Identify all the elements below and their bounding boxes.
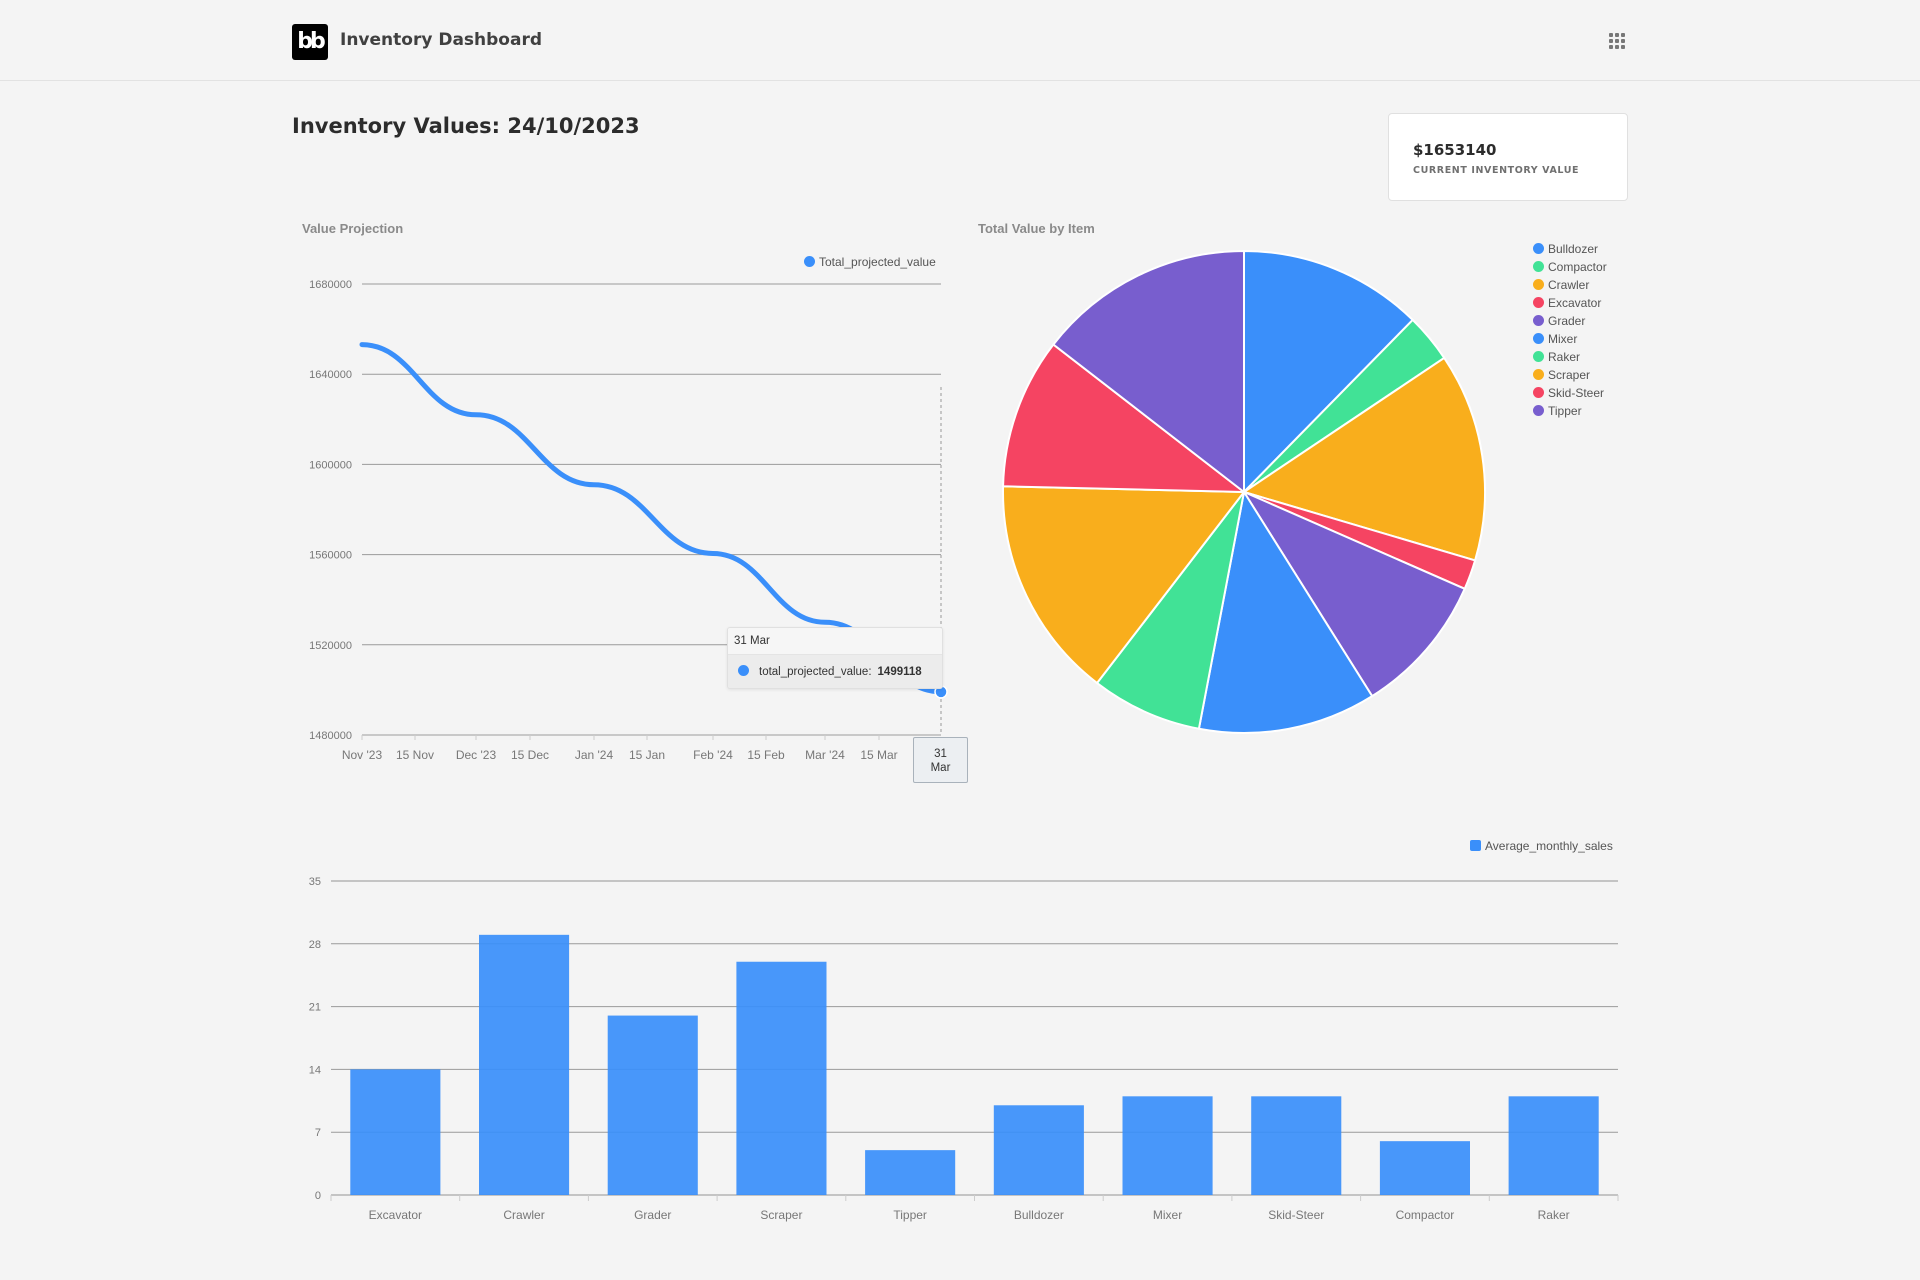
- pie-legend-item-excavator[interactable]: Excavator: [1533, 296, 1601, 310]
- x-tick-label: Skid-Steer: [1268, 1208, 1324, 1222]
- bar-tipper[interactable]: [865, 1150, 956, 1195]
- y-tick-label: 1520000: [309, 640, 352, 652]
- legend-dot-icon: [1533, 333, 1544, 344]
- pie-legend-label: Crawler: [1548, 278, 1590, 292]
- bar-crawler[interactable]: [479, 934, 570, 1195]
- y-tick-label: 21: [309, 1002, 321, 1014]
- pie-legend-label: Compactor: [1548, 260, 1607, 274]
- pie-legend-item-compactor[interactable]: Compactor: [1533, 260, 1607, 274]
- apps-grid-icon[interactable]: [1609, 33, 1625, 49]
- x-tick-label: Mar '24: [805, 748, 845, 762]
- y-tick-label: 0: [315, 1190, 321, 1202]
- line-tooltip: 31 Mar total_projected_value: 1499118: [727, 627, 943, 689]
- tooltip-title: 31 Mar: [728, 628, 942, 655]
- legend-dot-icon: [1533, 351, 1544, 362]
- x-tick-label: 15 Dec: [511, 748, 549, 762]
- x-tick-label: Jan '24: [575, 748, 614, 762]
- x-tick-label: Excavator: [369, 1208, 422, 1222]
- x-tick-label: Nov '23: [342, 748, 383, 762]
- y-tick-label: 14: [309, 1064, 321, 1076]
- line-chart-title: Value Projection: [302, 221, 404, 236]
- legend-dot-icon: [1533, 369, 1544, 380]
- tooltip-value: 1499118: [877, 666, 922, 678]
- y-tick-label: 1640000: [309, 369, 352, 381]
- pie-legend-item-bulldozer[interactable]: Bulldozer: [1533, 242, 1598, 256]
- y-tick-label: 1560000: [309, 550, 352, 562]
- legend-dot-icon: [1533, 315, 1544, 326]
- x-tick-label: Grader: [634, 1208, 671, 1222]
- x-tick-label: 15 Mar: [860, 748, 897, 762]
- pie-legend-item-raker[interactable]: Raker: [1533, 350, 1580, 364]
- pie-chart: [1002, 249, 1486, 734]
- y-tick-label: 1480000: [309, 730, 352, 742]
- x-tick-label: Scraper: [760, 1208, 802, 1222]
- pie-legend-label: Scraper: [1548, 368, 1591, 382]
- bar-legend-item[interactable]: Average_monthly_sales: [1470, 839, 1613, 853]
- pie-legend-item-tipper[interactable]: Tipper: [1533, 404, 1582, 418]
- legend-dot-icon: [1533, 387, 1544, 398]
- bar-mixer[interactable]: [1122, 1096, 1213, 1195]
- x-tick-label: Mixer: [1153, 1208, 1182, 1222]
- legend-square-icon: [1470, 840, 1481, 851]
- bar-scraper[interactable]: [736, 961, 827, 1195]
- legend-dot-icon: [1533, 279, 1544, 290]
- top-navigation-bar: bb Inventory Dashboard: [0, 0, 1920, 81]
- y-tick-label: 35: [309, 876, 321, 888]
- x-tick-label: Tipper: [893, 1208, 927, 1222]
- line-legend-item[interactable]: Total_projected_value: [804, 255, 936, 269]
- line-legend-label: Total_projected_value: [819, 255, 936, 269]
- x-tick-label: Feb '24: [693, 748, 733, 762]
- pie-legend-label: Bulldozer: [1548, 242, 1599, 256]
- x-tick-label: Crawler: [503, 1208, 544, 1222]
- y-tick-label: 28: [309, 939, 321, 951]
- x-tick-label: Dec '23: [456, 748, 497, 762]
- legend-dot-icon: [1533, 297, 1544, 308]
- pie-legend-item-grader[interactable]: Grader: [1533, 314, 1585, 328]
- kpi-value: $1653140: [1413, 141, 1497, 159]
- pie-legend-label: Skid-Steer: [1548, 386, 1605, 400]
- x-tick-label: Raker: [1538, 1208, 1570, 1222]
- pie-legend-item-scraper[interactable]: Scraper: [1533, 368, 1590, 382]
- pie-legend-item-crawler[interactable]: Crawler: [1533, 278, 1589, 292]
- x-tick-label: Bulldozer: [1014, 1208, 1064, 1222]
- kpi-label: CURRENT INVENTORY VALUE: [1413, 165, 1580, 176]
- bar-bulldozer[interactable]: [993, 1105, 1084, 1195]
- pie-legend-label: Grader: [1548, 314, 1586, 328]
- tooltip-row: total_projected_value: 1499118: [728, 655, 942, 688]
- x-crosshair-label: 31 Mar: [913, 737, 968, 783]
- line-chart: 1680000 1640000 1600000 1560000 1520000 14800…: [309, 279, 948, 762]
- x-tick-label: 15 Feb: [747, 748, 785, 762]
- pie-legend-label: Excavator: [1548, 296, 1602, 310]
- x-tick-label: Compactor: [1396, 1208, 1455, 1222]
- bar-chart: 0 7 14 21 28 35 Excavator Crawler Grader Scraper…: [309, 876, 1619, 1222]
- legend-dot-icon: [804, 256, 815, 267]
- app-title: Inventory Dashboard: [340, 30, 543, 50]
- bar-excavator[interactable]: [350, 1069, 441, 1195]
- x-crosshair-label-text: 31 Mar: [930, 748, 951, 774]
- bar-grader[interactable]: [607, 1015, 698, 1195]
- pie-legend-label: Tipper: [1548, 404, 1582, 418]
- bar-skid-steer[interactable]: [1251, 1096, 1342, 1195]
- page-title: Inventory Values: 24/10/2023: [292, 114, 640, 138]
- pie-chart-title: Total Value by Item: [978, 221, 1095, 236]
- bar-compactor[interactable]: [1379, 1141, 1470, 1195]
- pie-legend-label: Raker: [1548, 350, 1581, 364]
- bar-raker[interactable]: [1508, 1096, 1599, 1195]
- x-tick-label: 15 Jan: [629, 748, 665, 762]
- tooltip-series-label: total_projected_value:: [759, 666, 872, 678]
- legend-dot-icon: [1533, 261, 1544, 272]
- bar-legend-label: Average_monthly_sales: [1485, 839, 1613, 853]
- pie-legend-item-skid-steer[interactable]: Skid-Steer: [1533, 386, 1604, 400]
- pie-legend-label: Mixer: [1548, 332, 1578, 346]
- pie-legend-item-mixer[interactable]: Mixer: [1533, 332, 1577, 346]
- x-tick-label: 15 Nov: [396, 748, 434, 762]
- tooltip-dot-icon: [738, 665, 749, 676]
- legend-dot-icon: [1533, 243, 1544, 254]
- app-logo[interactable]: bb: [292, 24, 328, 60]
- y-tick-label: 1680000: [309, 279, 352, 291]
- kpi-card-current-inventory-value: $1653140 CURRENT INVENTORY VALUE: [1388, 113, 1628, 201]
- y-tick-label: 7: [315, 1127, 321, 1139]
- legend-dot-icon: [1533, 405, 1544, 416]
- y-tick-label: 1600000: [309, 459, 352, 471]
